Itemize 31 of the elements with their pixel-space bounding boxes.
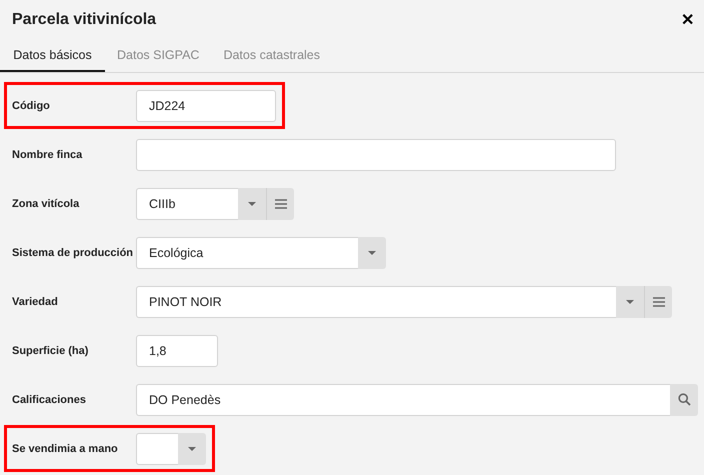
caret-icon [367, 250, 377, 256]
menu-icon [652, 296, 664, 306]
input-field[interactable]: 1,8 [136, 334, 218, 366]
field-label: Código [12, 100, 51, 112]
field-label: Variedad [12, 296, 59, 308]
input-field[interactable] [136, 138, 616, 170]
search-icon [678, 393, 690, 406]
search-button[interactable] [670, 384, 698, 416]
input-field[interactable]: JD224 [136, 90, 276, 122]
menu-button[interactable] [644, 286, 672, 318]
caret-icon [625, 298, 635, 304]
menu-button[interactable] [266, 188, 294, 220]
search-field[interactable]: DO Penedès [136, 384, 670, 416]
field-label: Nombre finca [12, 148, 84, 160]
tab[interactable]: Datos básicos [0, 40, 105, 72]
field-label: Superficie (ha) [12, 344, 90, 356]
field-label: Se vendimia a mano [12, 442, 119, 454]
caret-icon [187, 446, 197, 452]
select-field[interactable]: CIIIb [136, 188, 238, 220]
dropdown-button[interactable] [178, 432, 206, 464]
dropdown-button[interactable] [358, 236, 386, 268]
menu-icon [274, 198, 286, 208]
field-label: Sistema de producción [12, 246, 134, 258]
select-field[interactable]: PINOT NOIR [136, 286, 616, 318]
select-field[interactable]: Ecológica [136, 236, 358, 268]
window-title: Parcela vitivinícola [12, 11, 156, 29]
select-field[interactable] [136, 432, 178, 464]
close-button[interactable]: ✕ [681, 10, 694, 30]
field-label: Calificaciones [12, 394, 87, 406]
caret-icon [247, 200, 257, 206]
field-label: Zona vitícola [12, 198, 80, 210]
